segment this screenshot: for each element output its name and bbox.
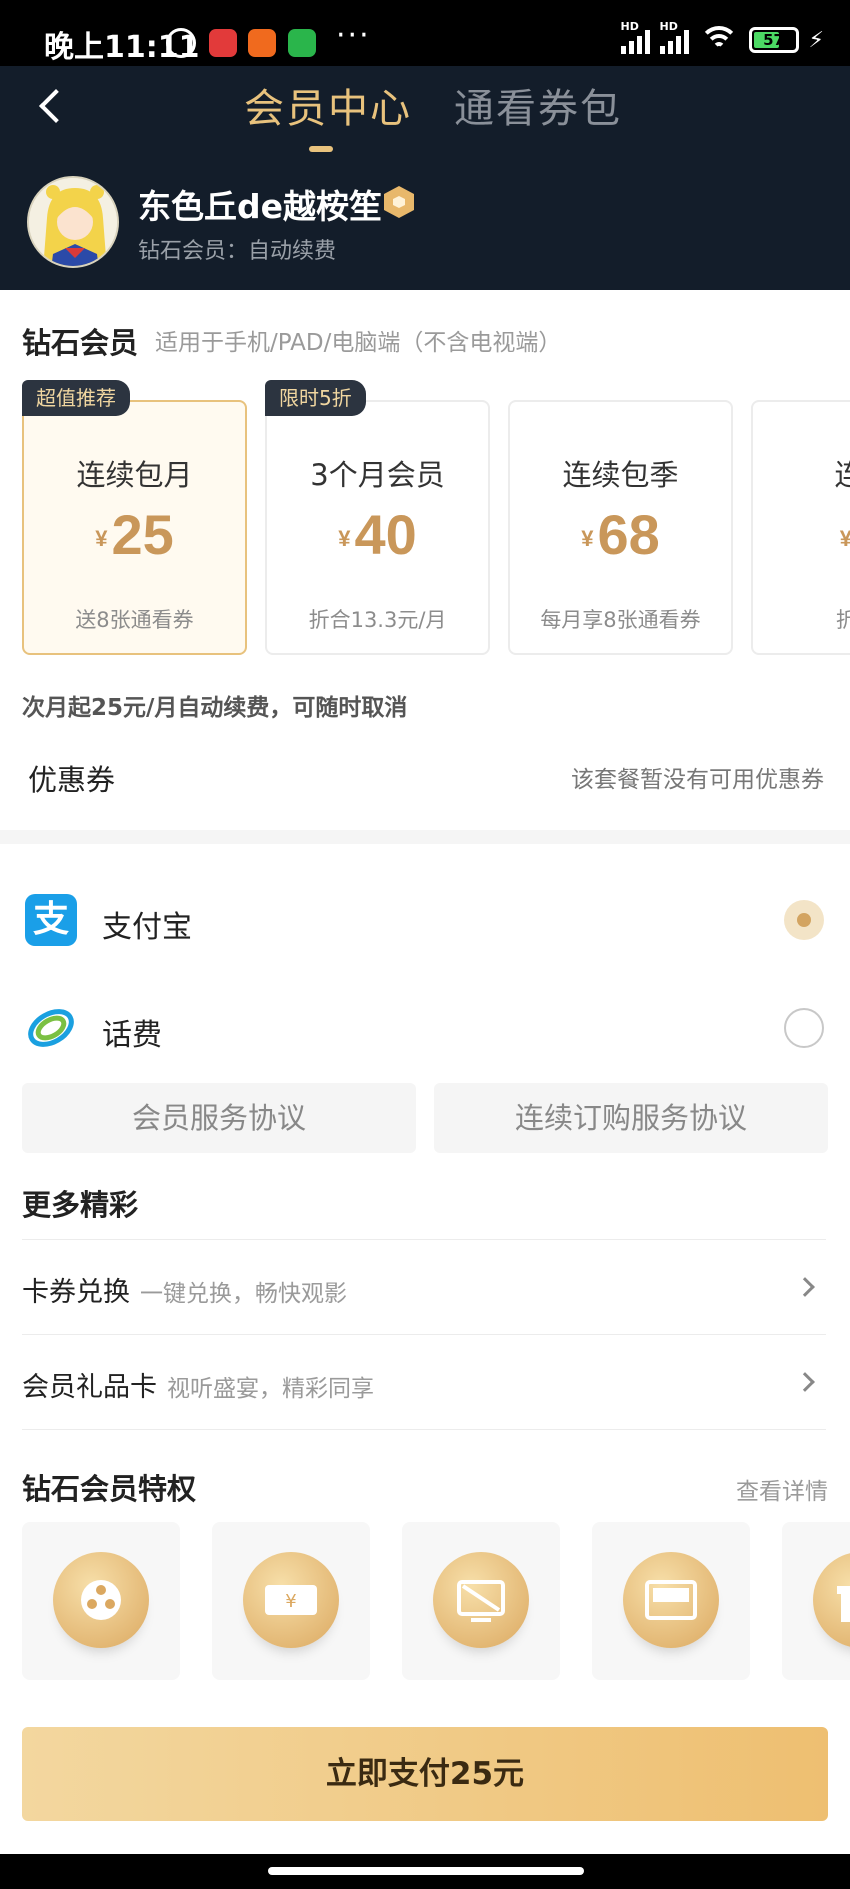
chevron-right-icon (795, 1372, 815, 1392)
avatar[interactable] (27, 176, 119, 268)
alarm-icon (166, 28, 196, 58)
diamond-vip-badge-icon (384, 186, 414, 218)
view-details-link[interactable]: 查看详情 (736, 1472, 828, 1506)
plan-card-yearly[interactable]: 连续 ¥2 折合1 (751, 400, 850, 655)
member-status: 钻石会员：自动续费 (138, 239, 337, 264)
membership-title: 钻石会员 (22, 326, 139, 360)
privilege-card[interactable] (402, 1522, 560, 1680)
plan-price: ¥40 (338, 503, 417, 566)
plan-price: ¥2 (839, 526, 850, 552)
link-gift-card[interactable]: 会员礼品卡 视听盛宴，精彩同享 (0, 1335, 850, 1429)
user-name: 东色丘de越桉笙 (138, 187, 383, 226)
plan-note: 送8张通看券 (75, 608, 194, 632)
svg-text:¥: ¥ (285, 1591, 296, 1612)
system-nav-bar (0, 1854, 850, 1889)
plan-name: 连续包月 (76, 458, 193, 492)
link-title: 卡券兑换 (22, 1277, 130, 1308)
signal-icon: HD (659, 20, 689, 54)
plan-tag: 限时5折 (265, 380, 366, 416)
privilege-card[interactable] (22, 1522, 180, 1680)
payment-option-phone-bill[interactable]: 话费 (0, 984, 850, 1074)
plan-card-quarterly[interactable]: 连续包季 ¥68 每月享8张通看券 (508, 400, 733, 655)
ticket-icon: ¥ (243, 1552, 339, 1648)
link-title: 会员礼品卡 (22, 1372, 157, 1403)
coupon-value[interactable]: 该套餐暂没有可用优惠券 (571, 760, 824, 794)
tab-indicator (309, 146, 333, 152)
plan-card-monthly[interactable]: 连续包月 ¥25 送8张通看券 (22, 400, 247, 655)
link-redeem-coupon[interactable]: 卡券兑换 一键兑换，畅快观影 (0, 1240, 850, 1334)
film-reel-icon (53, 1552, 149, 1648)
plan-price: ¥25 (95, 503, 174, 566)
plan-note: 折合1 (835, 608, 850, 632)
battery-icon: 57 (748, 27, 799, 53)
section-divider (0, 830, 850, 844)
privilege-card[interactable] (782, 1522, 850, 1680)
china-mobile-icon (25, 1002, 77, 1054)
privilege-list: ¥ (22, 1522, 850, 1682)
plan-note: 每月享8张通看券 (540, 608, 701, 632)
tab-coupon-wallet[interactable]: 通看券包 (454, 76, 622, 134)
plan-note: 折合13.3元/月 (308, 608, 447, 632)
member-agreement-button[interactable]: 会员服务协议 (22, 1083, 416, 1153)
fullhd-icon (623, 1552, 719, 1648)
home-indicator[interactable] (268, 1867, 584, 1875)
plan-list: 连续包月 ¥25 送8张通看券 超值推荐 3个月会员 ¥40 折合13.3元/月… (22, 380, 850, 660)
link-subtitle: 一键兑换，畅快观影 (140, 1281, 347, 1307)
alipay-icon: 支 (25, 894, 77, 946)
header: 会员中心 通看券包 东色丘de越桉笙 钻石会员：自动续费 (0, 66, 850, 290)
coupon-label[interactable]: 优惠券 (28, 757, 115, 799)
radio-selected[interactable] (784, 900, 824, 940)
payment-label: 支付宝 (102, 910, 192, 945)
payment-label: 话费 (102, 1018, 162, 1053)
membership-subtitle: 适用于手机/PAD/电脑端（不含电视端） (155, 330, 562, 356)
plan-tag: 超值推荐 (22, 380, 130, 416)
divider (22, 1429, 826, 1430)
status-bar: 晚上11:11 ··· HD HD 57 ⚡ (0, 0, 850, 66)
plan-price: ¥68 (581, 503, 660, 566)
renew-note: 次月起25元/月自动续费，可随时取消 (22, 695, 408, 721)
app-notification-icon (209, 29, 237, 57)
more-title: 更多精彩 (22, 1188, 139, 1222)
wifi-icon (698, 26, 739, 54)
plan-name: 3个月会员 (310, 458, 445, 492)
payment-option-alipay[interactable]: 支 支付宝 (0, 876, 850, 966)
plan-card-3-months[interactable]: 3个月会员 ¥40 折合13.3元/月 (265, 400, 490, 655)
privileges-title: 钻石会员特权 (22, 1472, 197, 1506)
pay-now-button[interactable]: 立即支付25元 (22, 1727, 828, 1821)
gift-icon (813, 1552, 850, 1648)
more-notifications-icon: ··· (336, 18, 371, 53)
radio-unselected[interactable] (784, 1008, 824, 1048)
tab-member-center[interactable]: 会员中心 (244, 76, 412, 134)
battery-level: 57 (763, 31, 784, 49)
link-subtitle: 视听盛宴，精彩同享 (167, 1376, 374, 1402)
no-ads-icon (433, 1552, 529, 1648)
chevron-right-icon (795, 1277, 815, 1297)
auto-renew-agreement-button[interactable]: 连续订购服务协议 (434, 1083, 828, 1153)
taobao-notification-icon (248, 29, 276, 57)
charging-icon: ⚡ (808, 27, 824, 53)
plan-name: 连续包季 (562, 458, 679, 492)
privilege-card[interactable] (592, 1522, 750, 1680)
privilege-card[interactable]: ¥ (212, 1522, 370, 1680)
back-arrow-icon[interactable] (39, 89, 73, 123)
signal-icon: HD (620, 20, 650, 54)
plan-name: 连续 (834, 458, 850, 492)
wechat-notification-icon (288, 29, 316, 57)
